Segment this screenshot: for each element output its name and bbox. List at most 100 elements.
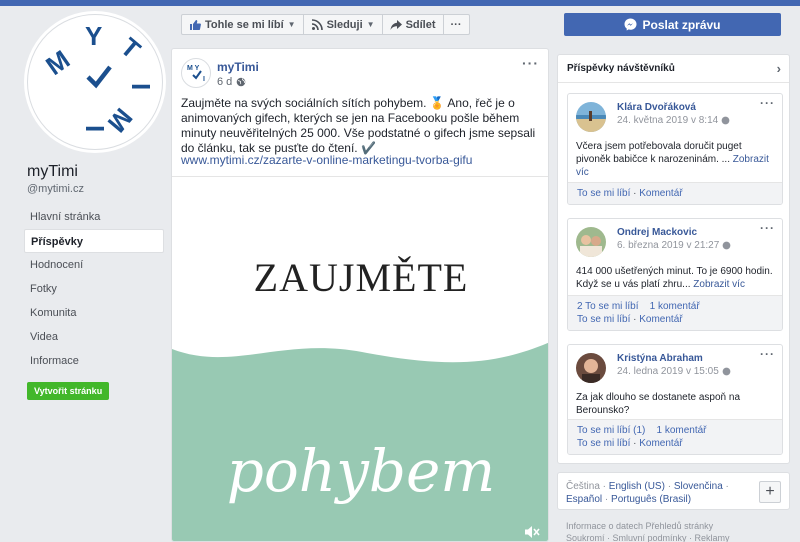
visitor-name[interactable]: Klára Dvořáková [617,102,696,113]
visitor-post-body: Včera jsem potřebovala doručit puget piv… [576,141,742,165]
language-option[interactable]: Slovenčina [674,481,723,492]
like-count[interactable]: 2 To se mi líbí [577,301,639,312]
avatar-group-icon [576,227,606,257]
post-author[interactable]: myTimi [217,60,259,74]
visitor-post-footer: To se mi líbí · Komentář [568,182,782,204]
nav-item-reviews[interactable]: Hodnocení [24,253,164,277]
logo-check-icon [86,65,112,89]
visitor-post-date-label: 6. března 2019 v 21:27 [617,240,720,251]
nav-item-about[interactable]: Informace [24,349,164,373]
chevron-down-icon: ▼ [287,20,296,29]
page-insights-info-link[interactable]: Informace o datech Přehledů stránky [566,520,791,532]
svg-text:M Y: M Y [187,65,200,72]
post-stats[interactable]: 2 To se mi líbí 1 komentář [577,300,773,313]
visitor-posts-header[interactable]: Příspěvky návštěvníků › [558,55,789,83]
chevron-right-icon[interactable]: › [777,55,781,83]
send-message-button[interactable]: Poslat zprávu [564,13,781,36]
mytimi-logo: M Y T I M I [40,21,156,138]
like-link[interactable]: To se mi líbí [577,314,630,325]
page-handle[interactable]: @mytimi.cz [27,183,84,195]
footer-legal-links[interactable]: Soukromí · Smluvní podmínky · Reklamy [566,532,791,542]
visitor-post-options-button[interactable]: ··· [760,221,775,235]
logo-letter-m2: M [102,102,139,138]
post-avatar[interactable]: M Y I [181,58,211,88]
post-stats[interactable]: To se mi líbí (1) 1 komentář [577,424,773,437]
visitor-name[interactable]: Ondrej Mackovic [617,227,697,238]
post-link[interactable]: www.mytimi.cz/zazarte-v-online-marketing… [181,153,472,167]
page-profile-picture[interactable]: M Y T I M I [27,14,163,150]
post-gif-image[interactable]: ZAUJMĚTE pohybem [172,176,548,541]
image-script-text: pohybem [226,437,496,505]
post-timestamp[interactable]: 6 d [217,76,246,88]
globe-icon [721,116,730,125]
visitor-post-options-button[interactable]: ··· [760,347,775,361]
visitor-post-date[interactable]: 6. března 2019 v 21:27 [617,240,731,251]
page-action-bar: Tohle se mi líbí ▼ Sleduji ▼ Sdílet ··· [181,14,470,35]
share-label: Sdílet [405,18,436,31]
logo-letter-y: Y [85,21,102,51]
post-text: Zaujměte na svých sociálních sítích pohy… [181,96,536,155]
top-bar [0,0,800,6]
like-page-label: Tohle se mi líbí [205,18,284,31]
comment-count[interactable]: 1 komentář [656,425,706,436]
logo-letter-m: M [40,44,75,81]
nav-item-community[interactable]: Komunita [24,301,164,325]
visitor-post-date[interactable]: 24. ledna 2019 v 15:05 [617,366,731,377]
page-name[interactable]: myTimi [27,163,78,181]
like-count[interactable]: To se mi líbí (1) [577,425,645,436]
avatar[interactable] [576,353,606,383]
logo-letter-t: T [115,32,147,65]
create-page-button[interactable]: Vytvořit stránku [27,382,110,400]
more-actions-button[interactable]: ··· [444,15,469,34]
post-time-label: 6 d [217,76,233,88]
globe-icon [722,367,731,376]
visitor-post-text: Za jak dlouho se dostanete aspoň na Bero… [576,392,741,416]
svg-text:I: I [203,76,205,83]
chevron-down-icon: ▼ [366,20,375,29]
visitor-post-footer: 2 To se mi líbí 1 komentář To se mi líbí… [568,295,782,330]
visitor-post-footer: To se mi líbí (1) 1 komentář To se mi lí… [568,419,782,454]
follow-button[interactable]: Sleduji ▼ [304,15,383,34]
visitor-post-text: Včera jsem potřebovala doručit puget piv… [576,140,776,179]
visitor-posts-title: Příspěvky návštěvníků [567,63,675,74]
add-language-button[interactable]: + [759,481,781,503]
comment-link[interactable]: Komentář [639,438,682,449]
share-button[interactable]: Sdílet [383,15,444,34]
see-more-link[interactable]: Zobrazit víc [693,279,745,290]
visitor-post-date[interactable]: 24. května 2019 v 8:14 [617,115,730,126]
comment-link[interactable]: Komentář [639,314,682,325]
nav-item-videos[interactable]: Videa [24,325,164,349]
language-option[interactable]: Português (Brasil) [611,494,691,505]
visitor-post-options-button[interactable]: ··· [760,96,775,110]
nav-item-posts[interactable]: Příspěvky [24,229,164,253]
globe-icon [722,241,731,250]
visitor-post: Kristýna Abraham 24. ledna 2019 v 15:05 … [567,344,783,455]
follow-label: Sleduji [326,18,363,31]
comment-count[interactable]: 1 komentář [650,301,700,312]
visitor-name[interactable]: Kristýna Abraham [617,353,703,364]
globe-icon [236,77,246,87]
post-options-button[interactable]: ··· [522,55,539,71]
avatar-beach-icon [576,102,606,132]
logo-letter-i2: I [80,125,110,132]
post-card: M Y I myTimi 6 d ··· Zaujměte na svých s… [171,48,549,542]
nav-item-home[interactable]: Hlavní stránka [24,205,164,229]
messenger-icon [624,18,637,31]
like-page-button[interactable]: Tohle se mi líbí ▼ [182,15,304,34]
avatar[interactable] [576,227,606,257]
language-option[interactable]: English (US) [609,481,665,492]
avatar-portrait-icon [576,353,606,383]
share-icon [390,19,402,30]
language-selector: Čeština · English (US) · Slovenčina · Es… [557,472,790,510]
current-language: Čeština [566,481,600,492]
send-message-label: Poslat zprávu [642,17,721,32]
nav-item-photos[interactable]: Fotky [24,277,164,301]
avatar[interactable] [576,102,606,132]
volume-mute-icon[interactable] [524,525,540,539]
comment-link[interactable]: Komentář [639,188,682,199]
language-option[interactable]: Español [566,494,602,505]
like-link[interactable]: To se mi líbí [577,438,630,449]
like-link[interactable]: To se mi líbí [577,188,630,199]
thumbs-up-icon [190,19,201,30]
language-list: Čeština · English (US) · Slovenčina · Es… [566,481,729,505]
